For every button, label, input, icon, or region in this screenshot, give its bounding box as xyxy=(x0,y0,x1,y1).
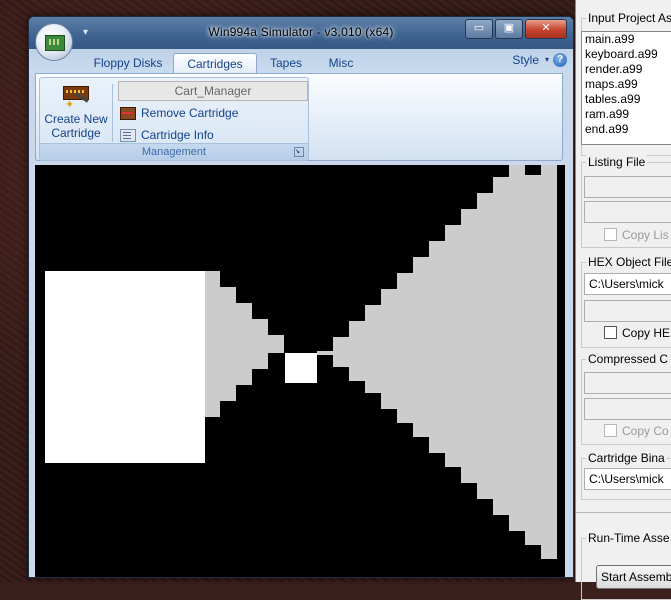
create-label-line1: Create New xyxy=(44,112,108,126)
close-button[interactable]: ✕ xyxy=(525,19,567,39)
center-bright-block xyxy=(285,353,317,383)
group-label: Management xyxy=(40,143,308,160)
emulator-screen[interactable] xyxy=(35,163,565,577)
copy-listing-checkbox[interactable]: Copy Lis xyxy=(604,228,669,242)
management-group: ✦ Create New Cartridge Cart_Manager Remo… xyxy=(39,77,309,161)
group-divider xyxy=(112,84,113,142)
remove-cartridge-label: Remove Cartridge xyxy=(141,106,239,120)
assembler-panel: Input Project As main.a99 keyboard.a99 r… xyxy=(575,0,671,600)
listing-copy-field[interactable] xyxy=(584,201,671,223)
create-label-line2: Cartridge xyxy=(51,126,101,140)
list-item[interactable]: end.a99 xyxy=(582,122,671,137)
left-bright-block xyxy=(45,271,205,463)
cartridge-info-label: Cartridge Info xyxy=(141,128,214,142)
list-item[interactable]: main.a99 xyxy=(582,32,671,47)
title-bar[interactable]: ▾ Win994a Simulator - v3.010 (x64) ▭ ▣ ✕ xyxy=(29,17,573,49)
application-menu-button[interactable] xyxy=(35,23,73,61)
dialog-launcher-icon[interactable]: ↘ xyxy=(294,147,304,157)
ribbon-panel: ✦ Create New Cartridge Cart_Manager Remo… xyxy=(35,73,563,161)
copy-hex-checkbox[interactable]: Copy HE xyxy=(604,326,670,340)
style-menu[interactable]: Style xyxy=(512,53,539,67)
cartridge-binary-legend: Cartridge Bina xyxy=(586,451,667,465)
info-icon xyxy=(120,129,136,143)
hex-object-legend: HEX Object File xyxy=(586,255,671,269)
ribbon-tab-row: Floppy Disks Cartridges Tapes Misc xyxy=(29,49,573,74)
simulator-window: ▾ Win994a Simulator - v3.010 (x64) ▭ ▣ ✕… xyxy=(28,16,574,578)
list-item[interactable]: keyboard.a99 xyxy=(582,47,671,62)
compressed-legend: Compressed C xyxy=(586,352,671,366)
chevron-down-icon[interactable]: ▾ xyxy=(545,55,549,64)
copy-compressed-checkbox[interactable]: Copy Co xyxy=(604,424,669,438)
compressed-copy-field[interactable] xyxy=(584,398,671,420)
chip-icon xyxy=(45,35,65,51)
copy-listing-label: Copy Lis xyxy=(622,228,669,242)
create-new-cartridge-button[interactable]: ✦ Create New Cartridge xyxy=(44,80,108,140)
runtime-legend: Run-Time Asse xyxy=(586,531,671,545)
tab-cartridges[interactable]: Cartridges xyxy=(173,53,257,74)
remove-cartridge-icon xyxy=(120,107,136,121)
remove-cartridge-button[interactable]: Remove Cartridge xyxy=(120,104,238,122)
compressed-field[interactable] xyxy=(584,372,671,394)
source-file-list[interactable]: main.a99 keyboard.a99 render.a99 maps.a9… xyxy=(581,31,671,145)
list-item[interactable]: render.a99 xyxy=(582,62,671,77)
copy-hex-label: Copy HE xyxy=(622,326,671,340)
help-icon[interactable]: ? xyxy=(553,53,567,67)
hex-copy-field[interactable] xyxy=(584,300,671,322)
tab-tapes[interactable]: Tapes xyxy=(259,53,313,73)
panel-separator xyxy=(576,512,671,513)
cartridge-binary-path-field[interactable]: C:\Users\mick xyxy=(584,468,671,490)
tab-floppy-disks[interactable]: Floppy Disks xyxy=(85,53,171,73)
screen-graphics xyxy=(35,163,565,577)
cartridge-info-button[interactable]: Cartridge Info xyxy=(120,126,214,144)
new-cartridge-icon: ✦ xyxy=(61,84,91,111)
listing-file-legend: Listing File xyxy=(586,155,648,169)
listing-file-field[interactable] xyxy=(584,176,671,198)
minimize-button[interactable]: ▭ xyxy=(465,19,493,39)
copy-compressed-label: Copy Co xyxy=(622,424,669,438)
list-item[interactable]: ram.a99 xyxy=(582,107,671,122)
input-project-legend: Input Project As xyxy=(586,11,671,25)
list-item[interactable]: maps.a99 xyxy=(582,77,671,92)
list-item[interactable]: tables.a99 xyxy=(582,92,671,107)
cartridge-name-field[interactable]: Cart_Manager xyxy=(118,81,308,101)
start-assembly-button[interactable]: Start Assemb xyxy=(596,565,671,589)
tab-misc[interactable]: Misc xyxy=(319,53,363,73)
hex-object-path-field[interactable]: C:\Users\mick xyxy=(584,273,671,295)
maximize-button[interactable]: ▣ xyxy=(495,19,523,39)
